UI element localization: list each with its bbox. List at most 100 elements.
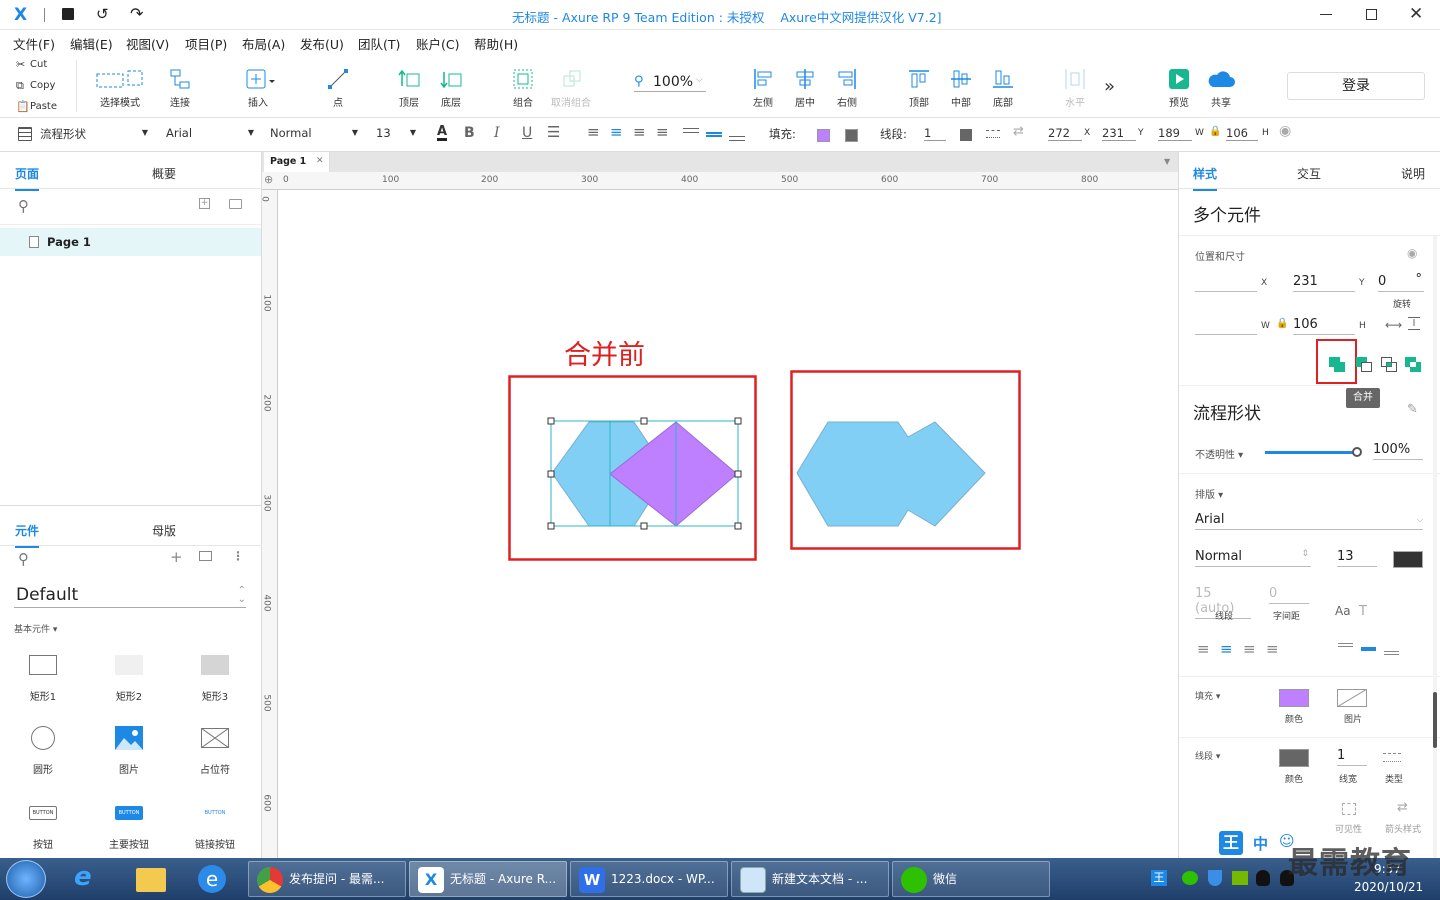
align-middle-button[interactable]: 中部 xyxy=(941,66,981,109)
opacity-slider[interactable] xyxy=(1265,447,1362,457)
edit-style-icon[interactable]: ✎ xyxy=(1407,402,1418,417)
align-left-button[interactable]: 左侧 xyxy=(743,66,783,109)
font-family-select[interactable]: Arial ⌵ xyxy=(1195,512,1423,530)
merged-shape[interactable] xyxy=(796,421,986,527)
typography-label[interactable]: 排版 ▾ xyxy=(1195,486,1223,501)
more-options-icon[interactable]: ⋮ xyxy=(232,549,244,563)
style-dropdown[interactable]: 流程形状 ▼ xyxy=(40,126,148,142)
opacity-slider-thumb[interactable] xyxy=(1352,447,1362,457)
text-align-center-icon[interactable]: ≡ xyxy=(610,123,623,141)
font-size-input[interactable]: 13 xyxy=(1337,549,1377,567)
menu-team[interactable]: 团队(T) xyxy=(358,34,400,53)
clock-date[interactable]: 2020/10/21 xyxy=(1354,880,1423,894)
point-button[interactable]: 点 xyxy=(318,66,358,109)
align-right-button[interactable]: 右侧 xyxy=(827,66,867,109)
text-justify-icon[interactable]: ≡ xyxy=(1266,640,1279,658)
align-center-button[interactable]: 居中 xyxy=(785,66,825,109)
resize-handle[interactable] xyxy=(547,522,555,530)
stroke-width-input[interactable]: 1 xyxy=(1337,748,1367,766)
bullet-list-icon[interactable]: ☰ xyxy=(547,123,560,141)
category-label[interactable]: 基本元件 ▾ xyxy=(14,622,57,635)
menu-publish[interactable]: 发布(U) xyxy=(300,34,344,53)
page-search-icon[interactable]: ⚲ xyxy=(18,197,29,215)
lock-icon[interactable]: 🔒 xyxy=(1209,126,1221,137)
library-dropdown[interactable]: Default ⌃ ⌄ xyxy=(14,584,246,608)
visibility-toggle-icon[interactable] xyxy=(1342,803,1356,815)
widget-rectangle3[interactable]: 矩形3 xyxy=(185,652,245,703)
add-page-icon[interactable]: + xyxy=(199,198,210,209)
close-window-button[interactable]: ✕ xyxy=(1409,4,1423,24)
select-mode-button[interactable]: 选择模式 xyxy=(92,66,148,109)
fill-section-label[interactable]: 填充 ▾ xyxy=(1195,689,1220,702)
page-item[interactable]: Page 1 xyxy=(0,228,261,256)
font-size-dropdown[interactable]: 13 ▼ xyxy=(376,126,416,140)
widget-link-button[interactable]: BUTTON 链接按钮 xyxy=(185,800,245,851)
font-dropdown[interactable]: Arial ▼ xyxy=(166,126,254,140)
shadow-swatch[interactable] xyxy=(845,129,858,142)
h-input[interactable]: 106 xyxy=(1293,317,1355,335)
distribute-horizontal-button[interactable]: 水平 xyxy=(1055,66,1095,109)
valign-top-icon[interactable] xyxy=(1338,643,1353,647)
intersect-icon[interactable] xyxy=(1381,357,1399,373)
subtract-icon[interactable] xyxy=(1356,357,1374,373)
resize-handle[interactable] xyxy=(734,417,742,425)
tray-gpu-icon[interactable] xyxy=(1232,871,1248,885)
menu-view[interactable]: 视图(V) xyxy=(126,34,169,53)
text-justify-icon[interactable]: ≡ xyxy=(656,123,669,141)
fit-width-icon[interactable]: ⟷ xyxy=(1385,318,1402,332)
italic-icon[interactable]: I xyxy=(494,125,500,141)
y-input[interactable]: 231 xyxy=(1293,274,1355,292)
resize-handle[interactable] xyxy=(547,417,555,425)
bold-icon[interactable]: B xyxy=(464,125,475,141)
tray-qq-icon[interactable] xyxy=(1256,870,1270,886)
tab-interaction[interactable]: 交互 xyxy=(1297,165,1321,182)
fill-image-icon[interactable] xyxy=(1337,689,1367,707)
valign-top-icon[interactable] xyxy=(683,128,699,133)
tab-pages[interactable]: 页面 xyxy=(15,165,40,191)
restore-button[interactable] xyxy=(1366,9,1377,20)
stroke-section-label[interactable]: 线段 ▾ xyxy=(1195,749,1220,762)
widget-rectangle2[interactable]: 矩形2 xyxy=(99,652,159,703)
align-bottom-button[interactable]: 底部 xyxy=(983,66,1023,109)
visibility-eye-icon[interactable]: ◉ xyxy=(1407,246,1417,260)
text-style-icon[interactable]: T xyxy=(1359,604,1367,619)
library-stack-icon[interactable] xyxy=(199,551,212,561)
visibility-eye-icon[interactable]: ◉ xyxy=(1279,123,1291,139)
bring-to-front-button[interactable]: 顶层 xyxy=(389,66,429,109)
zoom-control[interactable]: ⚲ 100% ⌵ xyxy=(634,74,706,92)
rotation-input[interactable]: 0 ° xyxy=(1378,272,1424,292)
font-color-swatch[interactable] xyxy=(1393,551,1423,568)
x-input[interactable] xyxy=(1195,274,1257,292)
menu-help[interactable]: 帮助(H) xyxy=(474,34,518,53)
text-case-icon[interactable]: Aa xyxy=(1335,604,1351,618)
char-spacing-input[interactable]: 0 xyxy=(1269,586,1309,604)
valign-middle-icon[interactable] xyxy=(1361,647,1376,651)
menu-account[interactable]: 账户(C) xyxy=(416,34,459,53)
weight-dropdown[interactable]: Normal ▼ xyxy=(270,126,358,140)
text-align-right-icon[interactable]: ≡ xyxy=(1243,640,1256,658)
widget-primary-button[interactable]: BUTTON 主要按钮 xyxy=(99,800,159,851)
cut-button[interactable]: ✂ Cut xyxy=(4,55,70,75)
file-explorer-icon[interactable] xyxy=(136,868,166,892)
menu-layout[interactable]: 布局(A) xyxy=(242,34,285,53)
add-folder-icon[interactable] xyxy=(229,199,242,209)
h-field[interactable]: 106 xyxy=(1226,126,1258,141)
font-weight-select[interactable]: Normal ⇕ xyxy=(1195,549,1311,567)
tray-ime-icon[interactable]: 王 xyxy=(1151,870,1167,886)
menu-edit[interactable]: 编辑(E) xyxy=(70,34,113,53)
fill-color-swatch[interactable] xyxy=(1279,689,1309,707)
taskbar-item-axure[interactable]: X 无标题 - Axure R... xyxy=(409,861,567,897)
exclude-icon[interactable] xyxy=(1405,357,1423,373)
arrow-style-icon[interactable]: ⇄ xyxy=(1397,800,1408,815)
valign-middle-icon[interactable] xyxy=(706,132,722,137)
start-button[interactable] xyxy=(6,860,46,898)
resize-handle[interactable] xyxy=(640,417,648,425)
add-library-icon[interactable]: + xyxy=(170,548,183,566)
fit-height-icon[interactable]: I xyxy=(1408,317,1420,330)
merge-icon[interactable] xyxy=(1329,357,1347,373)
widget-search-icon[interactable]: ⚲ xyxy=(18,550,29,568)
login-button[interactable]: 登录 xyxy=(1287,72,1425,100)
copy-button[interactable]: ⧉ Copy xyxy=(4,76,70,96)
save-icon[interactable] xyxy=(62,8,74,20)
browser-icon[interactable]: e xyxy=(198,865,226,893)
